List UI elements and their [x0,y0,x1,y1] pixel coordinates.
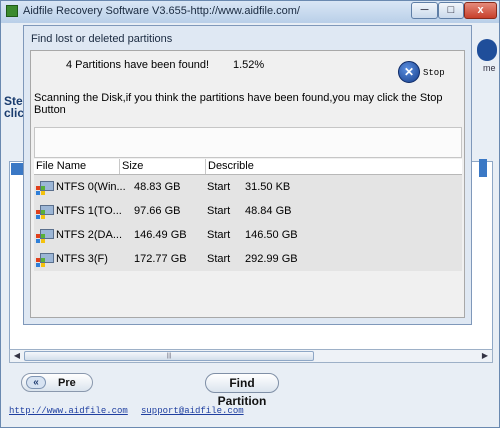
progress-percent: 1.52% [233,59,265,71]
partition-row[interactable]: NTFS 3(F) 172.77 GB Start 292.99 GB [34,247,462,271]
background-scroll-marker [479,159,487,177]
partition-size: 172.77 GB [134,253,187,265]
find-partitions-dialog: Find lost or deleted partitions 4 Partit… [23,25,472,325]
pre-button-label: Pre [58,377,76,389]
website-link[interactable]: http://www.aidfile.com [9,406,128,416]
column-describle[interactable]: Describle [206,159,462,174]
partition-name: NTFS 0(Win... [56,181,126,193]
minimize-button[interactable]: ─ [411,2,438,19]
partition-start-value: 48.84 GB [245,205,292,217]
partition-drive-icon [36,204,56,220]
pre-button[interactable]: « Pre [21,373,93,392]
scan-progress-area [34,127,462,158]
partition-name: NTFS 1(TO... [56,205,122,217]
partition-start-value: 31.50 KB [245,181,291,193]
stop-icon[interactable]: ✕ [398,61,420,83]
partition-size: 146.49 GB [134,229,187,241]
partition-start-value: 146.50 GB [245,229,298,241]
main-title-bar[interactable]: Aidfile Recovery Software V3.655-http://… [1,1,499,23]
dialog-title: Find lost or deleted partitions [31,33,173,45]
partitions-found-text: 4 Partitions have been found! [66,59,210,71]
support-email-link[interactable]: support@aidfile.com [141,406,244,416]
double-left-arrow-icon: « [26,376,46,389]
partition-size: 48.83 GB [134,181,181,193]
maximize-button[interactable]: □ [438,2,464,19]
scan-message: Scanning the Disk,if you think the parti… [34,92,443,116]
scroll-right-icon[interactable]: ▶ [478,350,492,362]
scroll-left-icon[interactable]: ◀ [10,350,24,362]
partition-list-empty-area [34,271,462,315]
partition-start-value: 292.99 GB [245,253,298,265]
partition-start-label: Start [207,205,231,217]
column-file-name[interactable]: File Name [34,159,120,174]
partition-list: NTFS 0(Win... 48.83 GB Start 31.50 KB NT… [34,175,462,271]
background-stop-icon [477,39,497,61]
partition-name: NTFS 3(F) [56,253,108,265]
close-button[interactable]: x [464,2,497,19]
partition-start-label: Start [207,253,231,265]
app-icon [6,5,18,17]
partition-list-header: File Name Size Describle [34,159,462,175]
find-partition-button[interactable]: Find Partition [205,373,279,408]
partition-drive-icon [36,252,56,268]
partition-size: 97.66 GB [134,205,181,217]
partition-row[interactable]: NTFS 0(Win... 48.83 GB Start 31.50 KB [34,175,462,199]
partition-drive-icon [36,228,56,244]
column-size[interactable]: Size [120,159,206,174]
horizontal-scrollbar[interactable]: ◀ ||| ▶ [9,349,493,363]
partition-drive-icon [36,180,56,196]
scroll-thumb[interactable]: ||| [24,351,314,361]
background-drive-icon [11,163,23,175]
main-window-title: Aidfile Recovery Software V3.655-http://… [23,5,300,17]
background-me-label: me [483,63,496,73]
partition-name: NTFS 2(DA... [56,229,123,241]
main-window: Aidfile Recovery Software V3.655-http://… [0,0,500,428]
partition-start-label: Start [207,229,231,241]
partition-row[interactable]: NTFS 2(DA... 146.49 GB Start 146.50 GB [34,223,462,247]
stop-button-label[interactable]: Stop [423,68,445,78]
partition-row[interactable]: NTFS 1(TO... 97.66 GB Start 48.84 GB [34,199,462,223]
partition-start-label: Start [207,181,231,193]
